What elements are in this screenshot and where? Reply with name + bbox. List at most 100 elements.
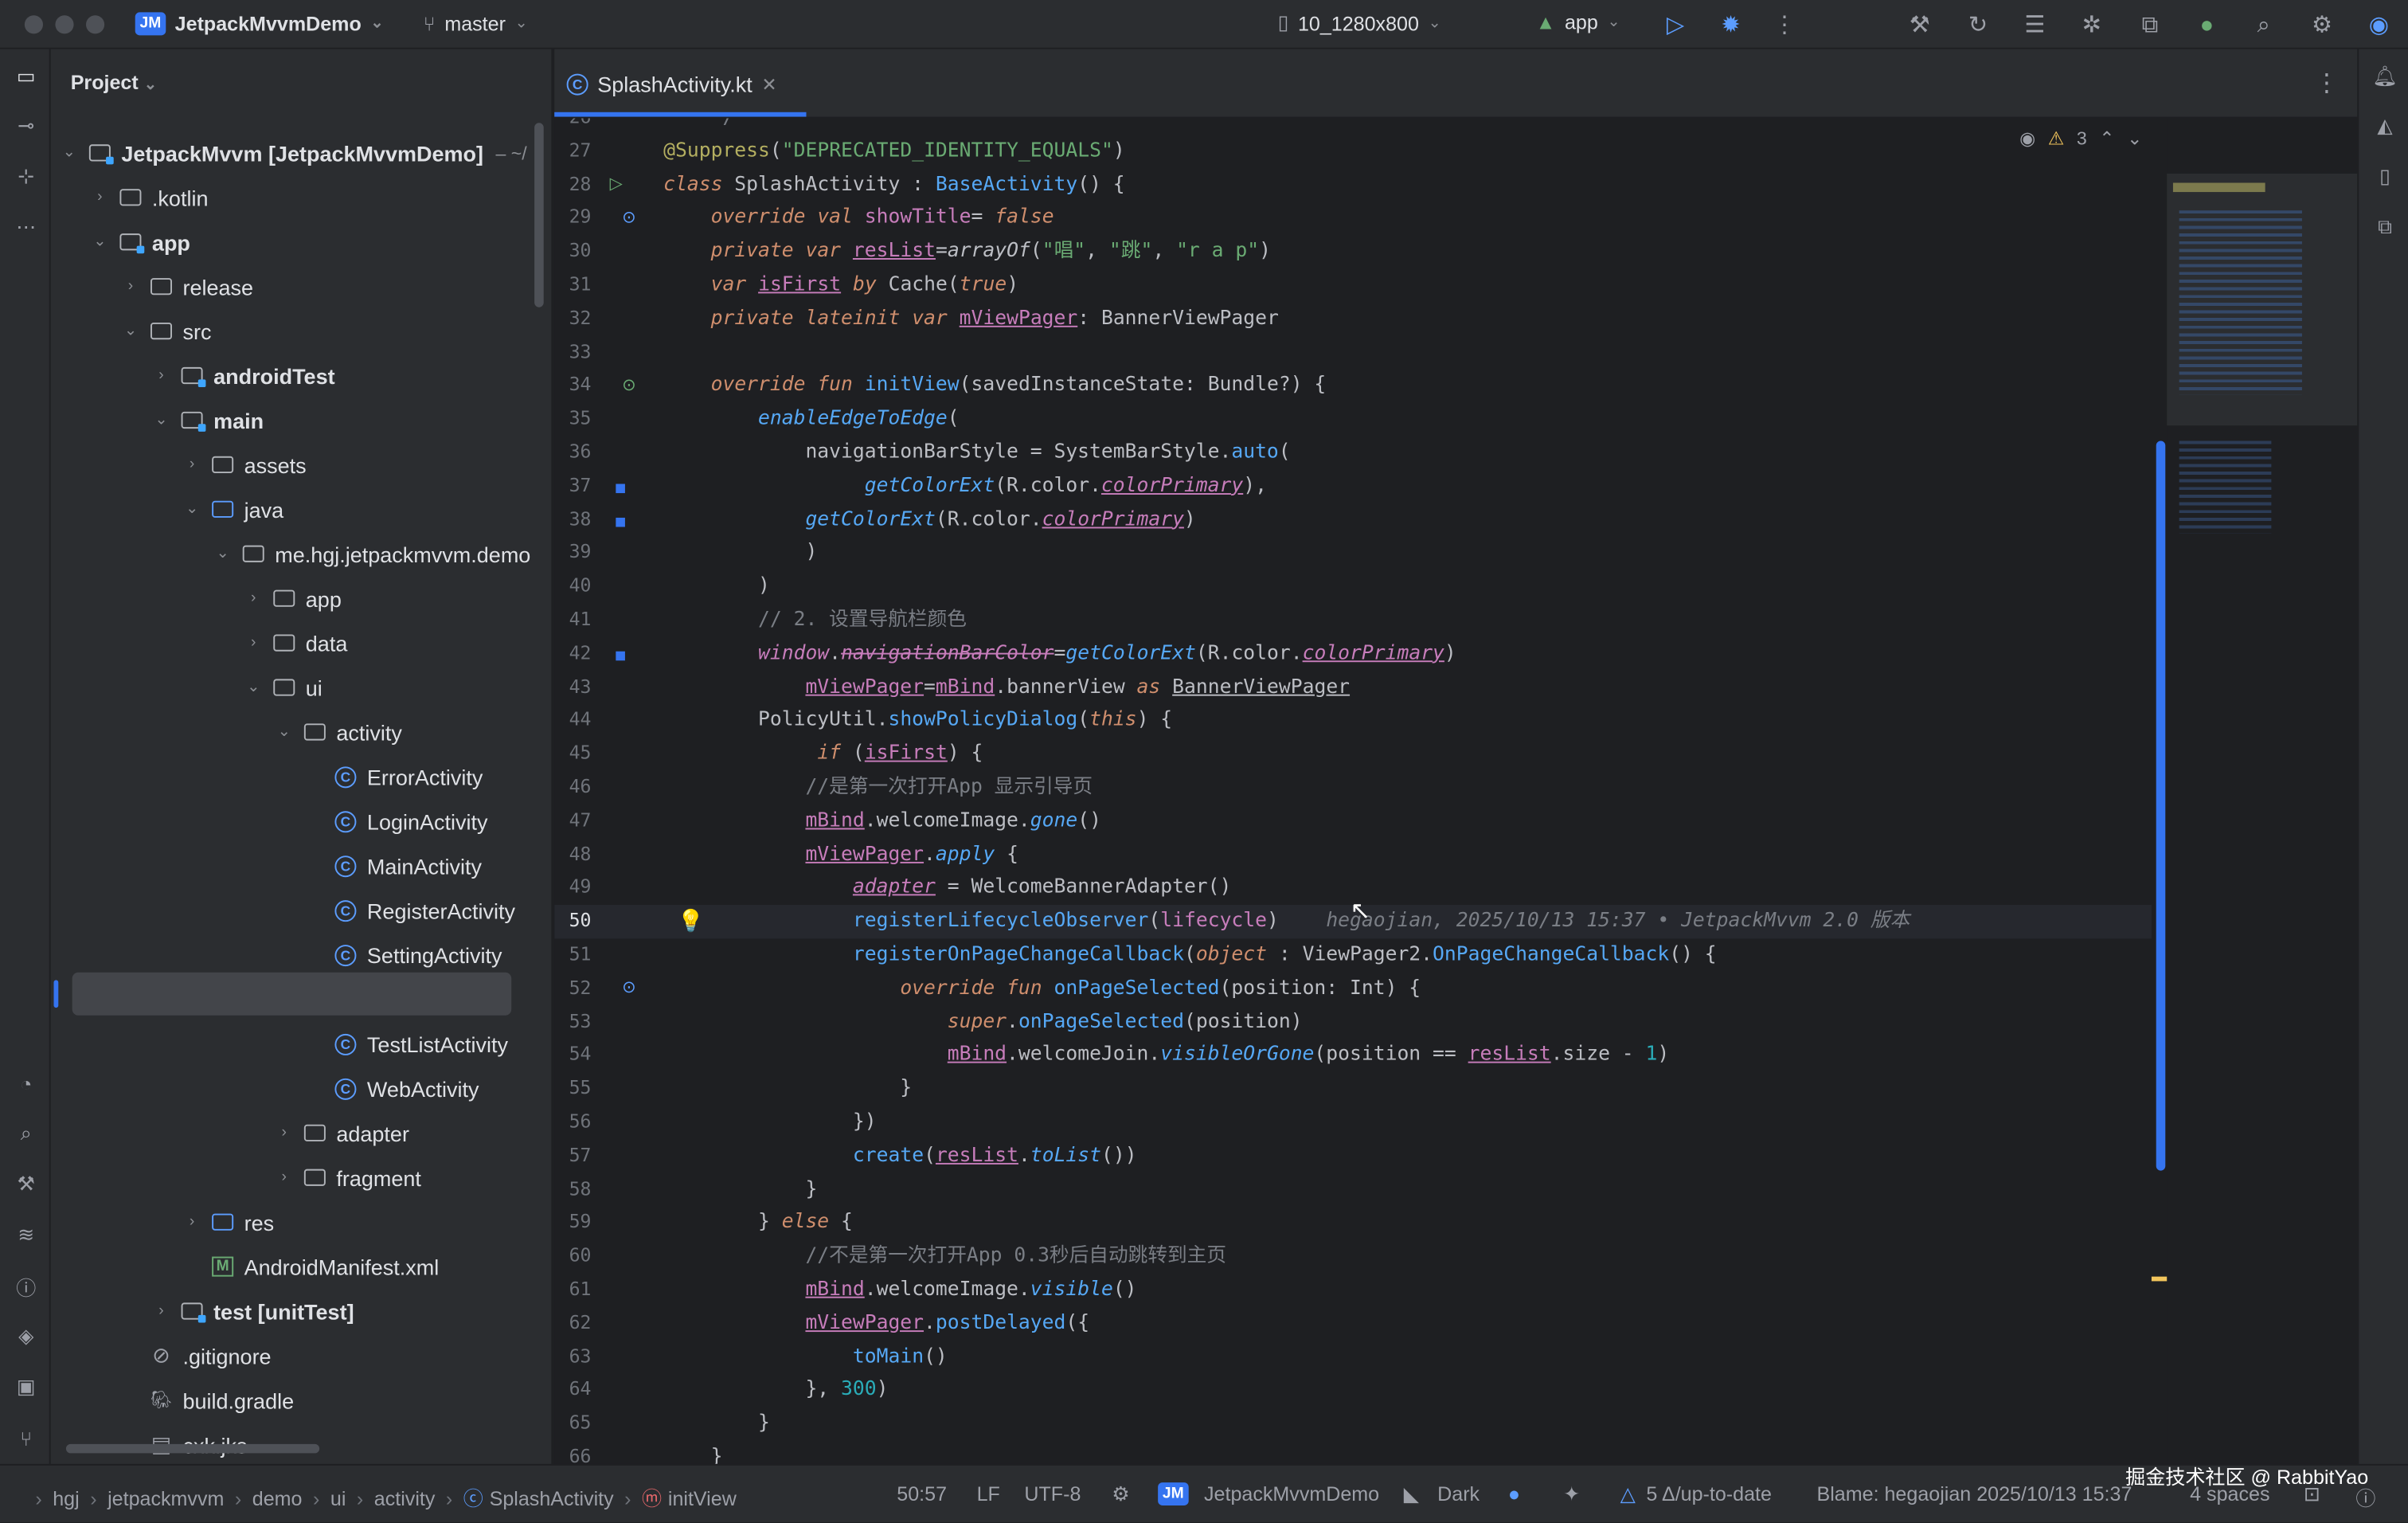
line-number[interactable]: 37	[554, 470, 592, 503]
tree-item[interactable]: ⌄ JetpackMvvm [JetpackMvvmDemo] – ~/	[60, 131, 527, 175]
close-icon[interactable]: ✕	[761, 73, 776, 95]
line-number[interactable]: 56	[554, 1106, 592, 1140]
line-number[interactable]: 38	[554, 503, 592, 537]
line-number[interactable]: 44	[554, 704, 592, 738]
line-number[interactable]: 47	[554, 805, 592, 838]
line-number[interactable]: 34	[554, 370, 592, 403]
gradle-tool-icon[interactable]: ◭	[2370, 111, 2401, 142]
tree-item[interactable]: › fragment	[275, 1155, 421, 1200]
code-line[interactable]: )	[663, 537, 817, 570]
line-number[interactable]: 30	[554, 235, 592, 268]
logcat-icon[interactable]: ≋	[10, 1220, 41, 1251]
breadcrumb-item[interactable]: initView	[668, 1487, 737, 1510]
tree-item[interactable]: C WebActivity	[306, 1066, 479, 1110]
tree-item[interactable]: 🐘︎ build.gradle	[121, 1378, 294, 1423]
inspection-widget[interactable]: ◉ ⚠ 3 ⌃ ⌄	[2019, 127, 2142, 149]
rerun-icon[interactable]: ↻	[1963, 10, 1994, 41]
code-line[interactable]: mBind.welcomeImage.gone()	[663, 805, 1101, 838]
override-gutter-icon[interactable]: ⊙	[622, 375, 636, 394]
code-line[interactable]: }	[663, 1073, 912, 1106]
vertical-scrollbar[interactable]	[534, 123, 544, 307]
code-line[interactable]: registerLifecycleObserver(lifecycle) heg…	[663, 905, 1910, 938]
code-line[interactable]: window.navigationBarColor=getColorExt(R.…	[663, 637, 1456, 671]
code-editor[interactable]: 2627282930313233343536373839404142434445…	[554, 118, 2358, 1464]
code-line[interactable]: private lateinit var mViewPager: BannerV…	[663, 303, 1279, 336]
find-icon[interactable]: ⌕	[10, 1118, 41, 1149]
code-line[interactable]: override fun initView(savedInstanceState…	[663, 370, 1327, 403]
code-line[interactable]: if (isFirst) {	[663, 738, 983, 771]
device-file-icon[interactable]: ▯	[2370, 161, 2401, 192]
line-number[interactable]: 27	[554, 135, 592, 168]
code-line[interactable]: create(resList.toList())	[663, 1140, 1137, 1173]
tree-item[interactable]: C LoginActivity	[306, 799, 488, 844]
ai-status-icon[interactable]: ●	[1508, 1482, 1520, 1505]
device-manager-icon[interactable]: ⧉	[2135, 10, 2166, 41]
chevron-right-icon[interactable]: ›	[244, 590, 263, 607]
debug-icon[interactable]: ✹	[1715, 10, 1746, 41]
chevron-right-icon[interactable]: ›	[121, 278, 139, 295]
code-line[interactable]: */	[663, 118, 735, 135]
tree-item[interactable]: ⌄ ui	[244, 665, 322, 710]
file-encoding[interactable]: UTF-8	[1024, 1482, 1081, 1505]
line-number[interactable]: 62	[554, 1307, 592, 1341]
breadcrumb-item[interactable]: hgj	[53, 1487, 79, 1510]
tree-item[interactable]: ⌄ me.hgj.jetpackmvvm.demo	[213, 531, 531, 576]
breadcrumb-item[interactable]: ui	[330, 1487, 346, 1510]
problems-icon[interactable]: ⓘ	[10, 1270, 41, 1302]
line-number[interactable]: 65	[554, 1408, 592, 1441]
tree-item[interactable]: ⌄ app	[91, 220, 190, 264]
tree-item[interactable]: ⌄ activity	[275, 710, 402, 754]
breadcrumb-item[interactable]: jetpackmvvm	[108, 1487, 224, 1510]
device-selector[interactable]: ▯ 10_1280x800 ⌄	[1278, 10, 1441, 35]
code-line[interactable]: var isFirst by Cache(true)	[663, 268, 1018, 302]
chevron-down-icon[interactable]: ⌄	[275, 723, 293, 740]
app-inspection-icon[interactable]: ◔	[10, 1067, 41, 1098]
services-icon[interactable]: ◈	[10, 1321, 41, 1353]
code-line[interactable]: )	[663, 570, 770, 604]
chevron-right-icon[interactable]: ›	[275, 1169, 293, 1186]
line-number[interactable]: 63	[554, 1341, 592, 1374]
chevron-down-icon[interactable]: ⌄	[152, 412, 170, 429]
code-line[interactable]: navigationBarStyle = SystemBarStyle.auto…	[663, 437, 1290, 470]
line-number[interactable]: 32	[554, 303, 592, 336]
code-line[interactable]: override val showTitle= false	[663, 202, 1054, 235]
tree-item[interactable]: C RegisterActivity	[306, 888, 515, 933]
chevron-right-icon[interactable]: ›	[182, 1214, 201, 1231]
line-number[interactable]: 36	[554, 437, 592, 470]
code-line[interactable]: // 2. 设置导航栏颜色	[663, 604, 967, 637]
breadcrumb-item[interactable]: demo	[252, 1487, 303, 1510]
project-view-icon[interactable]: ▭	[10, 61, 41, 92]
code-line[interactable]: })	[663, 1106, 877, 1140]
code-line[interactable]: mBind.welcomeImage.visible()	[663, 1274, 1136, 1307]
chevron-down-icon[interactable]: ⌄	[244, 679, 263, 695]
line-number[interactable]: 46	[554, 771, 592, 805]
search-icon[interactable]: ⌕	[2248, 10, 2279, 41]
code-line[interactable]: adapter = WelcomeBannerAdapter()	[663, 871, 1232, 905]
code-line[interactable]: getColorExt(R.color.colorPrimary),	[663, 470, 1267, 503]
chevron-down-icon[interactable]: ⌄	[60, 144, 78, 161]
vcs-status[interactable]: 5 Δ/up-to-date	[1646, 1482, 1772, 1505]
tree-item[interactable]: ⊘ .gitignore	[121, 1333, 271, 1378]
line-number[interactable]: 64	[554, 1374, 592, 1408]
tree-item[interactable]: C TestListActivity	[306, 1021, 508, 1066]
gear-icon[interactable]: ⚙	[2307, 10, 2338, 41]
caret-position[interactable]: 50:57	[897, 1482, 947, 1505]
line-number[interactable]: 29	[554, 202, 592, 235]
breadcrumb[interactable]: › hgj › jetpackmvvm › demo › ui › activity › ⓒ Splas…	[25, 1482, 737, 1512]
run-gutter-icon[interactable]: ▷	[610, 174, 623, 194]
horizontal-scrollbar[interactable]	[65, 1443, 320, 1454]
branch-switcher[interactable]: ⑂ master ⌄	[424, 12, 528, 35]
tree-item[interactable]: C ErrorActivity	[306, 754, 483, 799]
reader-mode-icon[interactable]: ◉	[2019, 127, 2035, 149]
line-number[interactable]: 54	[554, 1039, 592, 1072]
line-number[interactable]: 42	[554, 637, 592, 671]
line-number[interactable]: 58	[554, 1173, 592, 1207]
code-line[interactable]: registerOnPageChangeCallback(object : Vi…	[663, 938, 1717, 972]
chevron-right-icon[interactable]: ›	[244, 634, 263, 651]
code-line[interactable]: }	[663, 1173, 817, 1207]
line-number[interactable]: 57	[554, 1140, 592, 1173]
code-line[interactable]: PolicyUtil.showPolicyDialog(this) {	[663, 704, 1172, 738]
line-number[interactable]: 66	[554, 1441, 592, 1464]
git-icon[interactable]: ⑂	[10, 1423, 41, 1454]
tree-item[interactable]: › adapter	[275, 1110, 409, 1155]
